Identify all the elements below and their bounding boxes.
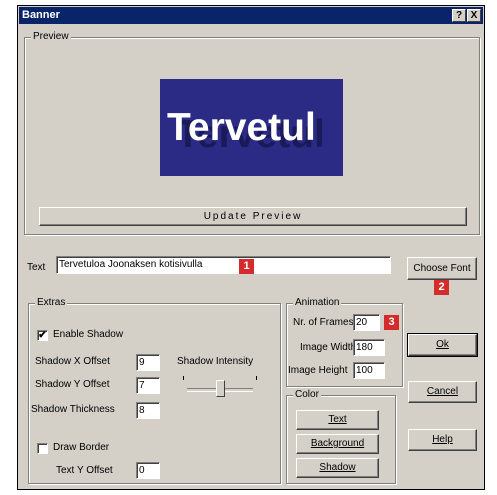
text-color-button[interactable]: Text — [296, 410, 379, 430]
close-button[interactable]: X — [467, 9, 481, 22]
cancel-button[interactable]: Cancel — [408, 381, 477, 403]
text-y-input[interactable]: 0 — [136, 462, 160, 479]
choose-font-button[interactable]: Choose Font — [407, 257, 477, 280]
color-legend: Color — [293, 389, 321, 401]
draw-border-label: Draw Border — [53, 442, 110, 453]
title-bar: Banner ? X — [19, 7, 483, 24]
animation-group: Animation Nr. of Frames 20 3 Image Width… — [286, 297, 403, 387]
preview-group: Preview Tervetul Tervetul Update Preview — [24, 31, 480, 235]
frames-label: Nr. of Frames — [293, 317, 354, 328]
cancel-label: Cancel — [426, 386, 459, 397]
shadow-intensity-label: Shadow Intensity — [177, 356, 254, 367]
text-color-label: Text — [328, 414, 347, 425]
shadow-thickness-label: Shadow Thickness — [31, 404, 115, 415]
color-group: Color Text Background Shadow — [286, 389, 396, 484]
image-width-input[interactable]: 180 — [353, 339, 385, 356]
draw-border-checkbox[interactable] — [37, 443, 48, 454]
text-label: Text — [27, 262, 46, 273]
shadow-y-label: Shadow Y Offset — [35, 379, 110, 390]
callout-badge-2: 2 — [434, 280, 449, 295]
image-height-label: Image Height — [288, 365, 348, 376]
callout-badge-1: 1 — [239, 259, 254, 274]
text-y-label: Text Y Offset — [56, 465, 113, 476]
shadow-x-label: Shadow X Offset — [35, 356, 110, 367]
shadow-thickness-input[interactable]: 8 — [136, 402, 160, 419]
update-preview-button[interactable]: Update Preview — [39, 207, 467, 226]
shadow-color-label: Shadow — [319, 462, 356, 473]
banner-text-input[interactable]: Tervetuloa Joonaksen kotisivulla — [56, 256, 391, 274]
enable-shadow-checkbox[interactable]: ✔ — [37, 330, 48, 341]
help-label: Help — [432, 434, 453, 445]
shadow-color-button[interactable]: Shadow — [296, 458, 379, 478]
ok-label: Ok — [436, 339, 449, 350]
window-title: Banner — [22, 9, 60, 21]
banner-dialog: Banner ? X Preview Tervetul Tervetul Upd… — [17, 5, 485, 490]
image-width-label: Image Width — [300, 342, 357, 353]
shadow-intensity-slider[interactable] — [183, 374, 257, 404]
help-titlebar-button[interactable]: ? — [452, 9, 466, 22]
slider-tick-left — [183, 376, 184, 380]
slider-tick-right — [256, 376, 257, 380]
slider-thumb[interactable] — [216, 380, 225, 397]
update-preview-label: Update Preview — [203, 211, 303, 222]
help-button[interactable]: Help — [408, 429, 477, 451]
extras-group: Extras ✔ Enable Shadow Shadow X Offset 9… — [28, 297, 281, 484]
choose-font-label: Choose Font — [413, 263, 471, 274]
enable-shadow-label: Enable Shadow — [53, 329, 124, 340]
image-height-input[interactable]: 100 — [353, 362, 385, 379]
banner-text: Tervetul — [167, 106, 316, 149]
shadow-x-input[interactable]: 9 — [136, 354, 160, 371]
frames-input[interactable]: 20 — [353, 314, 380, 331]
banner-preview-image: Tervetul Tervetul — [160, 79, 343, 176]
ok-button[interactable]: Ok — [407, 333, 478, 357]
preview-legend: Preview — [31, 31, 71, 43]
shadow-y-input[interactable]: 7 — [136, 377, 160, 394]
animation-legend: Animation — [293, 297, 342, 309]
background-color-label: Background — [310, 438, 365, 449]
callout-badge-3: 3 — [384, 315, 399, 330]
background-color-button[interactable]: Background — [296, 434, 379, 454]
extras-legend: Extras — [35, 297, 68, 309]
